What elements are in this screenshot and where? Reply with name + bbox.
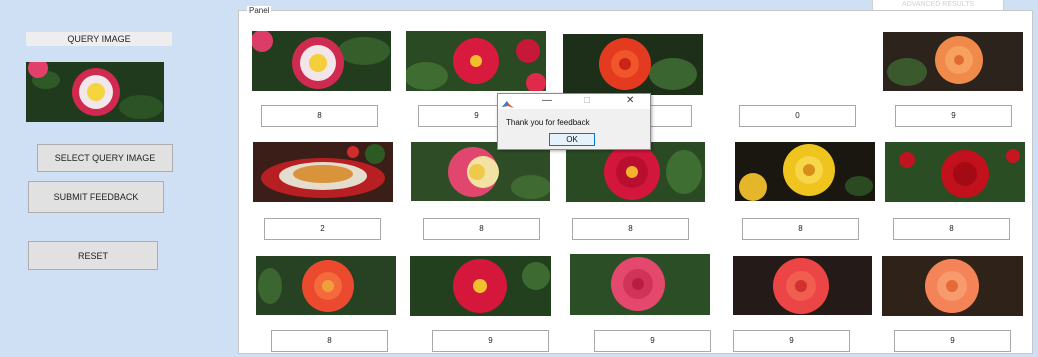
result-image-9 <box>735 142 875 201</box>
result-image-8 <box>566 142 705 202</box>
result-image-15 <box>882 256 1023 316</box>
result-image-10 <box>885 142 1025 202</box>
score-field-10[interactable]: 8 <box>893 218 1010 240</box>
score-field-13[interactable]: 9 <box>594 330 711 352</box>
ok-button[interactable]: OK <box>549 133 595 146</box>
result-image-1 <box>252 31 391 91</box>
select-query-image-button[interactable]: SELECT QUERY IMAGE <box>37 144 173 172</box>
query-image <box>26 62 164 122</box>
submit-feedback-button[interactable]: SUBMIT FEEDBACK <box>28 181 164 213</box>
dialog-message: Thank you for feedback <box>506 118 590 127</box>
score-field-9[interactable]: 8 <box>742 218 859 240</box>
feedback-dialog: — □ ✕ Thank you for feedback OK <box>497 93 651 150</box>
reset-button[interactable]: RESET <box>28 241 158 270</box>
dialog-titlebar[interactable]: — □ ✕ <box>498 94 650 109</box>
score-field-15[interactable]: 9 <box>894 330 1011 352</box>
matlab-logo-icon <box>502 96 514 108</box>
score-field-12[interactable]: 9 <box>432 330 549 352</box>
score-field-4[interactable]: 0 <box>739 105 856 127</box>
score-field-5[interactable]: 9 <box>895 105 1012 127</box>
score-field-11[interactable]: 8 <box>271 330 388 352</box>
left-control-panel: QUERY IMAGE SELECT QUERY IMAGE SUBMIT FE… <box>0 0 234 357</box>
result-image-11 <box>256 256 396 315</box>
close-icon[interactable]: ✕ <box>626 95 634 107</box>
score-field-8[interactable]: 8 <box>572 218 689 240</box>
query-image-label: QUERY IMAGE <box>26 32 172 46</box>
score-field-7[interactable]: 8 <box>423 218 540 240</box>
maximize-icon[interactable]: □ <box>584 95 590 107</box>
result-image-14 <box>733 256 872 315</box>
minimize-icon[interactable]: — <box>542 95 552 107</box>
score-field-1[interactable]: 8 <box>261 105 378 127</box>
score-field-14[interactable]: 9 <box>733 330 850 352</box>
panel-title: Panel <box>247 6 272 16</box>
result-image-5 <box>883 32 1023 91</box>
result-image-2 <box>406 31 546 91</box>
result-image-3 <box>563 34 703 95</box>
results-area: ADVANCED RESULTS Panel 8 9 0 9 2 8 8 8 8… <box>234 0 1038 357</box>
result-image-6 <box>253 142 393 202</box>
result-image-13 <box>570 254 710 315</box>
results-panel: Panel 8 9 0 9 2 8 8 8 8 8 9 9 9 9 <box>238 6 1033 354</box>
result-image-12 <box>410 256 551 316</box>
score-field-6[interactable]: 2 <box>264 218 381 240</box>
result-image-7 <box>411 142 550 201</box>
